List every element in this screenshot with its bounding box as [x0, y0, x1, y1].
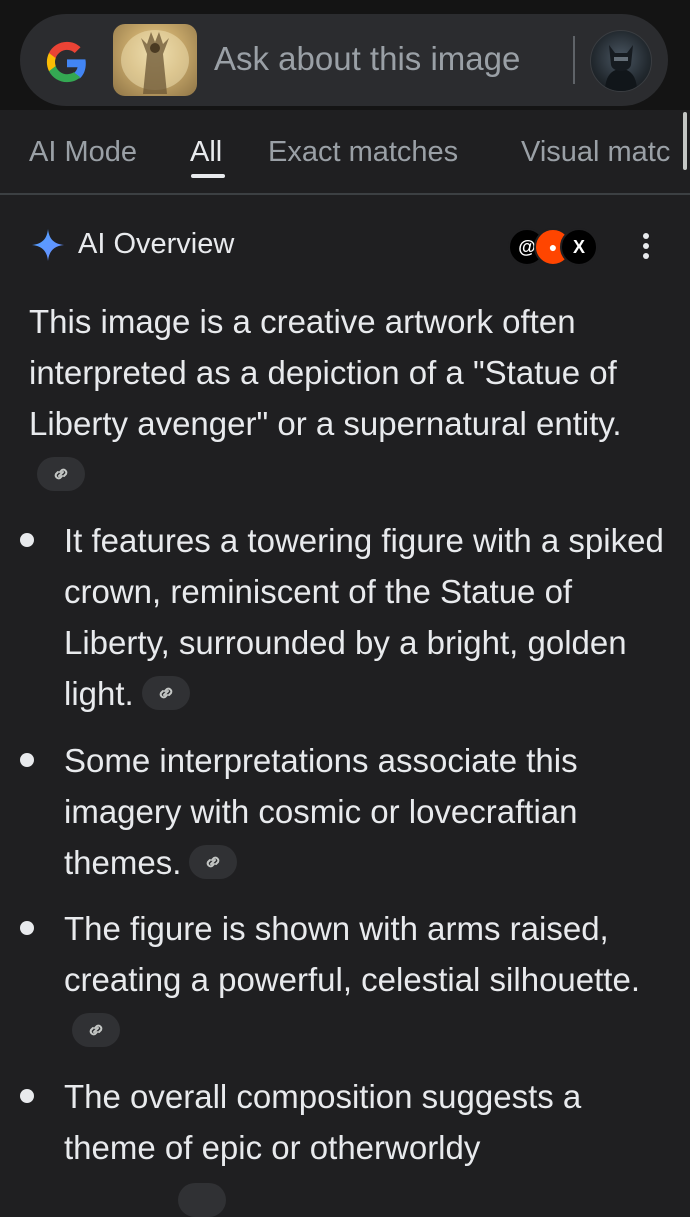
tab-bar: AI Mode All Exact matches Visual matc [0, 110, 690, 194]
source-link-chip[interactable] [141, 676, 190, 711]
search-divider [573, 36, 575, 84]
source-link-chip[interactable] [72, 1013, 120, 1048]
list-item: The figure is shown with arms raised, cr… [64, 903, 664, 1056]
tab-all[interactable]: All [190, 136, 222, 169]
link-icon [159, 688, 172, 699]
tab-ai-mode[interactable]: AI Mode [29, 136, 137, 169]
search-input[interactable]: Ask about this image [214, 40, 520, 78]
source-icons[interactable]: @ ● X [508, 228, 598, 266]
tab-visual-matches[interactable]: Visual matc [521, 136, 670, 169]
more-options-icon[interactable] [636, 228, 656, 264]
bullet-dot [20, 921, 34, 935]
source-link-chip-partial[interactable] [178, 1183, 226, 1217]
bullet-text: The overall composition suggests a theme… [64, 1078, 582, 1166]
scrollbar[interactable] [683, 112, 687, 170]
overview-intro: This image is a creative artwork often i… [29, 296, 649, 500]
statue-figure-icon [121, 30, 189, 94]
link-icon [207, 857, 220, 868]
link-icon [89, 1025, 103, 1036]
link-icon [54, 469, 68, 480]
bullet-text: The figure is shown with arms raised, cr… [64, 910, 640, 998]
query-image-thumbnail[interactable] [113, 24, 197, 96]
bullet-dot [20, 533, 34, 547]
tabs-divider [0, 193, 690, 195]
source-link-chip[interactable] [37, 457, 85, 492]
bullet-text: Some interpretations associate this imag… [64, 742, 578, 881]
gemini-sparkle-icon [32, 229, 64, 261]
source-link-chip[interactable] [189, 845, 238, 880]
list-item: It features a towering figure with a spi… [64, 515, 664, 719]
bullet-dot [20, 753, 34, 767]
ai-overview-title: AI Overview [78, 228, 235, 260]
overview-intro-text: This image is a creative artwork often i… [29, 303, 622, 442]
active-tab-indicator [191, 174, 225, 178]
x-icon[interactable]: X [560, 228, 598, 266]
list-item: Some interpretations associate this imag… [64, 735, 664, 888]
profile-photo-icon [605, 45, 637, 91]
avatar[interactable] [590, 30, 652, 92]
google-logo-icon[interactable] [44, 40, 90, 86]
tab-exact-matches[interactable]: Exact matches [268, 136, 458, 169]
bullet-dot [20, 1089, 34, 1103]
list-item: The overall composition suggests a theme… [64, 1071, 664, 1173]
